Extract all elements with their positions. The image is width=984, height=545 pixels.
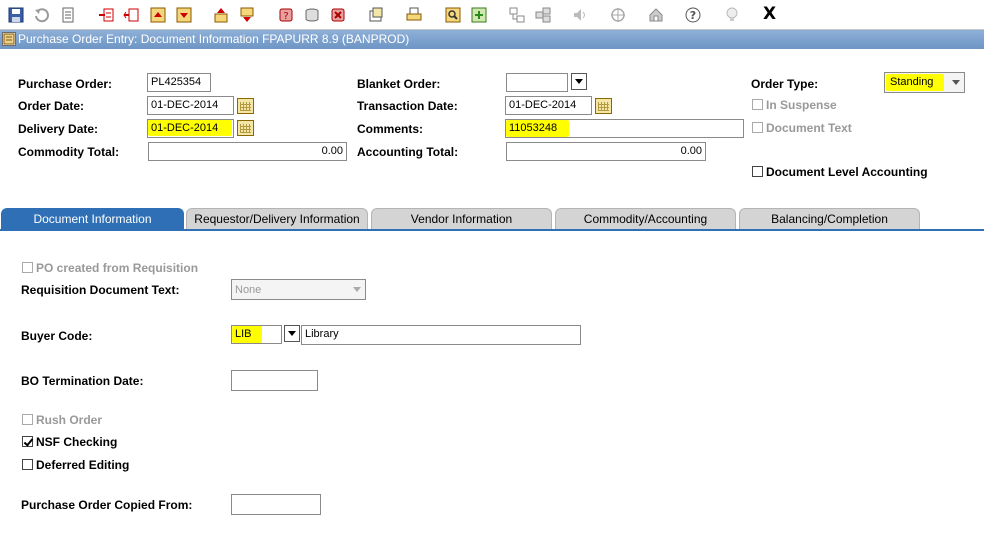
in-suspense-label: In Suspense (766, 98, 837, 112)
buyer-code-field[interactable]: LIB (231, 325, 282, 344)
print-preview-icon[interactable] (404, 5, 424, 25)
previous-record-icon[interactable] (211, 5, 231, 25)
form-icon (2, 32, 16, 46)
order-date-field[interactable]: 01-DEC-2014 (147, 96, 234, 115)
rush-order-checkbox[interactable] (22, 414, 33, 425)
previous-block-icon[interactable] (148, 5, 168, 25)
buyer-name-field: Library (301, 325, 581, 345)
order-type-label: Order Type: (751, 77, 819, 91)
requisition-document-text-value: None (235, 284, 262, 296)
requisition-document-text-label: Requisition Document Text: (21, 283, 180, 297)
document-level-accounting-checkbox[interactable] (752, 166, 763, 177)
query-icon[interactable]: ? (276, 5, 296, 25)
po-from-requisition-label: PO created from Requisition (36, 261, 199, 275)
purchase-order-field[interactable]: PL425354 (147, 73, 211, 92)
unlink-icon[interactable] (533, 5, 553, 25)
svg-text:?: ? (283, 11, 288, 22)
delivery-date-label: Delivery Date: (18, 122, 99, 136)
buyer-code-dropdown-icon[interactable] (284, 325, 300, 342)
search-icon[interactable] (443, 5, 463, 25)
commodity-total-field: 0.00 (148, 142, 347, 161)
blanket-order-dropdown-icon[interactable] (571, 73, 587, 90)
commodity-total-label: Commodity Total: (18, 145, 120, 159)
insert-record-icon[interactable] (96, 5, 116, 25)
transaction-date-field[interactable]: 01-DEC-2014 (505, 96, 592, 115)
next-block-icon[interactable] (174, 5, 194, 25)
tab-requestor-delivery-information[interactable]: Requestor/Delivery Information (186, 208, 368, 230)
next-record-icon[interactable] (237, 5, 257, 25)
remove-record-icon[interactable] (121, 5, 141, 25)
deferred-editing-label: Deferred Editing (36, 458, 130, 472)
delivery-date-calendar-icon[interactable] (237, 120, 254, 136)
po-copied-from-field[interactable] (231, 494, 321, 515)
nsf-checking-label: NSF Checking (36, 435, 118, 449)
purchase-order-label: Purchase Order: (18, 77, 113, 91)
execute-query-icon[interactable] (302, 5, 322, 25)
options-icon[interactable] (366, 5, 386, 25)
comments-label: Comments: (357, 122, 424, 136)
order-type-select[interactable]: Standing (884, 72, 965, 93)
bo-termination-date-label: BO Termination Date: (21, 374, 144, 388)
order-date-label: Order Date: (18, 99, 85, 113)
blanket-order-field[interactable] (506, 73, 568, 92)
cancel-query-icon[interactable] (328, 5, 348, 25)
blanket-order-label: Blanket Order: (357, 77, 441, 91)
document-level-accounting-label: Document Level Accounting (766, 165, 928, 179)
order-type-value: Standing (890, 76, 934, 88)
window-title: Purchase Order Entry: Document Informati… (18, 32, 410, 46)
rollback-icon[interactable] (31, 5, 51, 25)
link-icon[interactable] (507, 5, 527, 25)
order-type-chevron-down-icon (952, 80, 960, 85)
po-from-requisition-checkbox[interactable] (22, 262, 33, 273)
buyer-code-label: Buyer Code: (21, 329, 93, 343)
target-icon[interactable] (608, 5, 628, 25)
accounting-total-field: 0.00 (506, 142, 706, 161)
transaction-date-label: Transaction Date: (357, 99, 458, 113)
insert-icon[interactable] (469, 5, 489, 25)
in-suspense-checkbox[interactable] (752, 99, 763, 110)
speaker-icon[interactable] (570, 5, 590, 25)
tab-underline (0, 229, 984, 231)
tab-vendor-information[interactable]: Vendor Information (371, 208, 552, 230)
bo-termination-date-field[interactable] (231, 370, 318, 391)
lightbulb-icon[interactable] (722, 5, 742, 25)
window-title-bar: Purchase Order Entry: Document Informati… (0, 30, 984, 49)
comments-field[interactable]: 11053248 (505, 119, 744, 138)
exit-button[interactable]: X (763, 4, 776, 24)
nsf-checking-checkbox[interactable] (22, 436, 33, 447)
tab-commodity-accounting[interactable]: Commodity/Accounting (555, 208, 736, 230)
save-icon[interactable] (6, 5, 26, 25)
transaction-date-calendar-icon[interactable] (595, 98, 612, 114)
help-icon[interactable]: ? (683, 5, 703, 25)
deferred-editing-checkbox[interactable] (22, 459, 33, 470)
order-date-calendar-icon[interactable] (237, 98, 254, 114)
print-icon[interactable] (58, 5, 78, 25)
rush-order-label: Rush Order (36, 413, 103, 427)
svg-text:?: ? (690, 9, 696, 22)
accounting-total-label: Accounting Total: (357, 145, 459, 159)
requisition-chevron-down-icon (353, 287, 361, 292)
tab-document-information[interactable]: Document Information (1, 208, 184, 230)
requisition-document-text-select[interactable]: None (231, 279, 366, 300)
document-text-label: Document Text (766, 121, 852, 135)
tab-balancing-completion[interactable]: Balancing/Completion (739, 208, 920, 230)
delivery-date-field[interactable]: 01-DEC-2014 (147, 119, 234, 138)
document-text-checkbox[interactable] (752, 122, 763, 133)
toolbar: ? ? X (0, 0, 984, 30)
home-icon[interactable] (646, 5, 666, 25)
po-copied-from-label: Purchase Order Copied From: (21, 498, 193, 512)
